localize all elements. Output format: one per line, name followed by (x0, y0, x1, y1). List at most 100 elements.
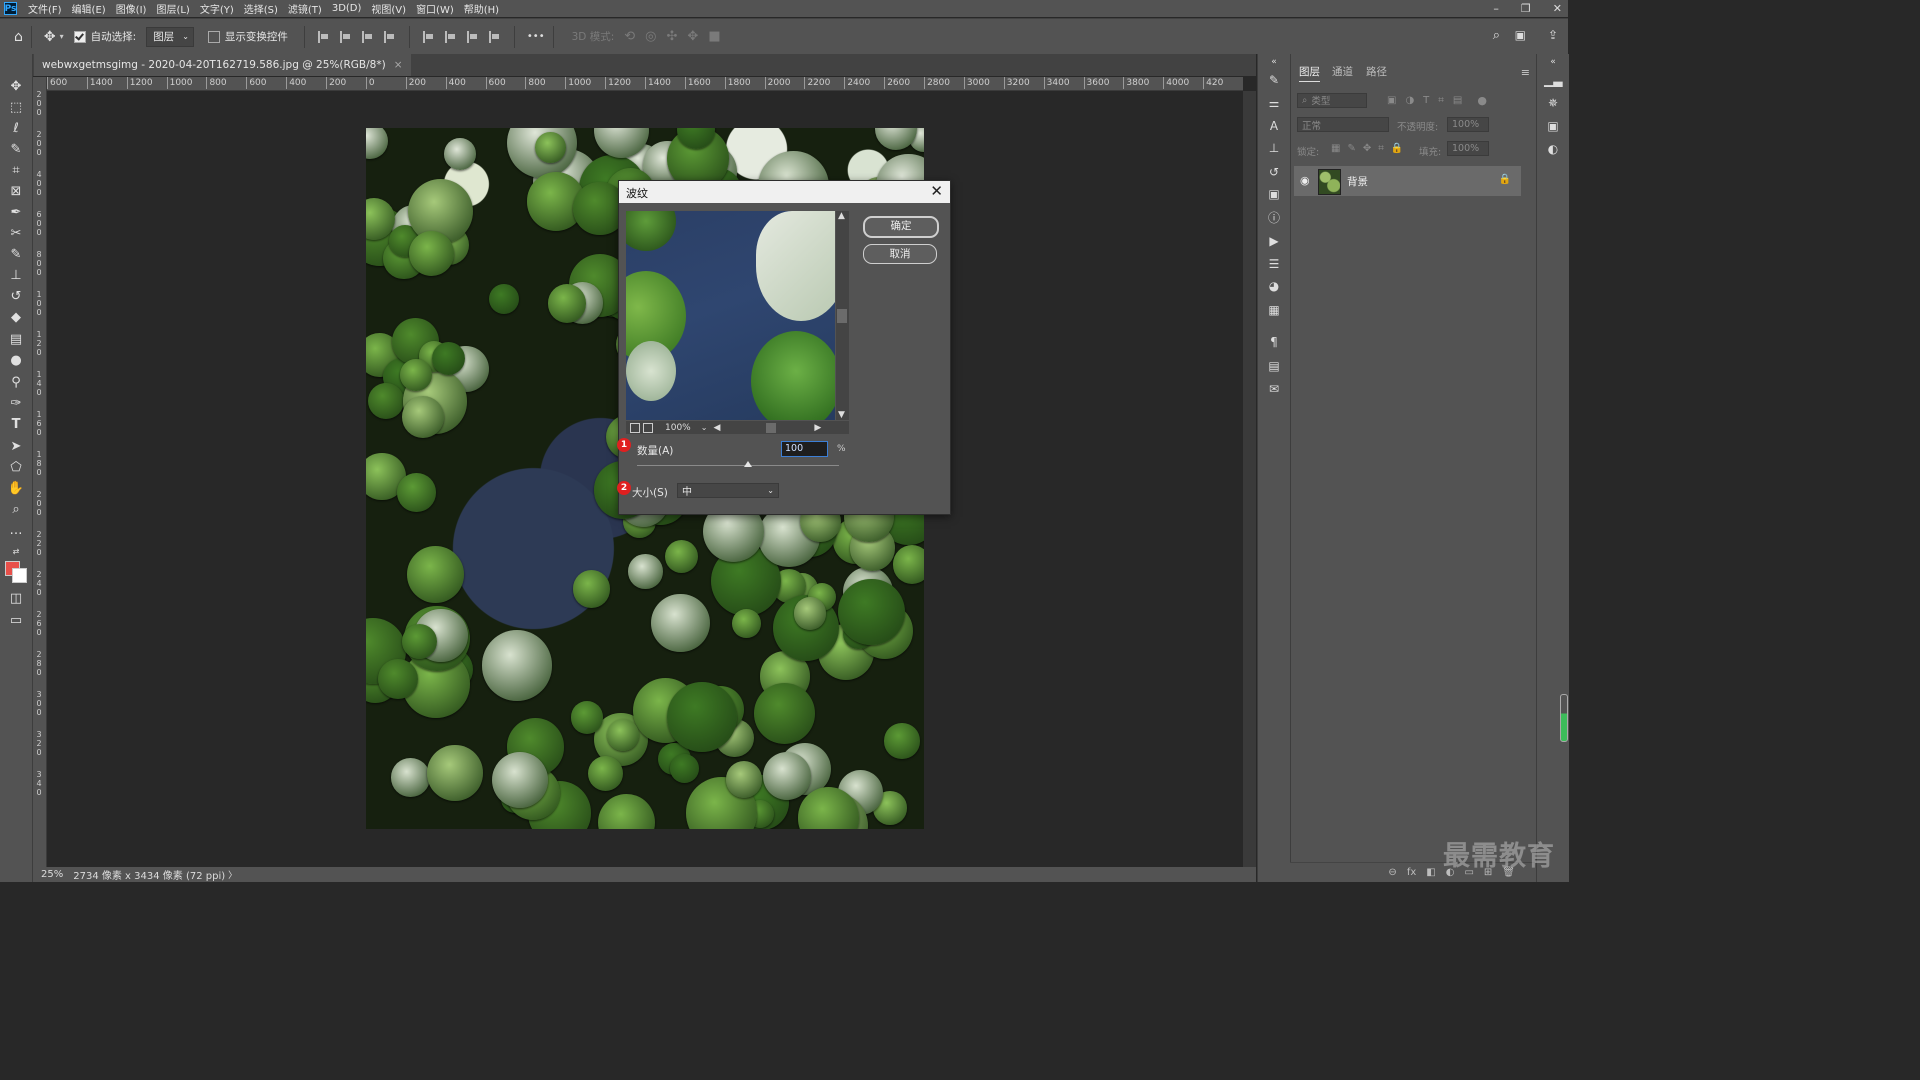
notes-icon[interactable]: ✉ (1265, 381, 1283, 397)
document-tab[interactable]: webwxgetmsgimg - 2020-04-20T162719.586.j… (34, 54, 411, 76)
size-dropdown[interactable]: 中 ⌄ (677, 483, 779, 498)
align-middle-icon[interactable] (444, 30, 457, 43)
pen-tool-icon[interactable]: ✑ (5, 395, 27, 413)
filter-kind-dropdown[interactable]: ⌕ 类型 (1297, 92, 1367, 108)
layer-comps-icon[interactable]: ▣ (1544, 118, 1562, 134)
menu-edit[interactable]: 编辑(E) (67, 1, 111, 16)
tab-channels[interactable]: 通道 (1332, 64, 1353, 79)
document-info[interactable]: 2734 像素 x 3434 像素 (72 ppi) (73, 867, 225, 882)
horizontal-ruler[interactable]: 600 1400 1200 1000 800 600 400 200 0 200 400 600 800… (47, 77, 1243, 91)
blend-mode-dropdown[interactable]: 正常 (1297, 117, 1389, 132)
swap-colors-icon[interactable]: ⇄ (5, 543, 27, 561)
move-tool-icon[interactable]: ✥ (44, 29, 56, 45)
auto-select-checkbox[interactable] (73, 30, 86, 43)
menu-view[interactable]: 视图(V) (366, 1, 411, 16)
more-options-button[interactable]: ••• (527, 31, 545, 42)
cancel-button[interactable]: 取消 (863, 244, 937, 264)
hand-tool-icon[interactable]: ✋ (5, 480, 27, 498)
collapse-icon[interactable]: « (1544, 54, 1562, 70)
menu-window[interactable]: 窗口(W) (411, 1, 459, 16)
navigator-icon[interactable]: ✵ (1544, 95, 1562, 111)
workspace-icon[interactable]: ▣ (1515, 28, 1526, 42)
screen-mode-icon[interactable]: ▭ (5, 612, 27, 630)
background-color-swatch[interactable] (12, 568, 27, 583)
chevron-right-icon[interactable]: 〉 (228, 868, 237, 881)
quick-select-tool-icon[interactable]: ✎ (5, 141, 27, 159)
search-icon[interactable]: ⌕ (1493, 28, 1500, 43)
scroll-thumb[interactable] (837, 309, 847, 323)
brush-settings-icon[interactable]: ✎ (1265, 72, 1283, 88)
color-icon[interactable]: ◐ (1544, 141, 1562, 157)
tab-layers[interactable]: 图层 (1299, 64, 1320, 82)
stamp-tool-icon[interactable]: ⊥ (5, 267, 27, 285)
crop-tool-icon[interactable]: ⌗ (5, 162, 27, 180)
scroll-down-icon[interactable]: ▼ (838, 410, 845, 420)
brush-tool-icon[interactable]: ✎ (5, 246, 27, 264)
close-icon[interactable]: ✕ (930, 182, 943, 200)
minimize-button[interactable]: – (1493, 2, 1499, 15)
info-icon[interactable]: ⓘ (1265, 210, 1283, 226)
menu-filter[interactable]: 滤镜(T) (283, 1, 327, 16)
lock-icons[interactable]: ▦✎✥⌗🔒 (1331, 143, 1410, 154)
menu-layer[interactable]: 图层(L) (151, 1, 194, 16)
history-icon[interactable]: ↺ (1265, 164, 1283, 180)
scroll-right-icon[interactable]: ▶ (814, 423, 821, 433)
dodge-tool-icon[interactable]: ⚲ (5, 374, 27, 392)
adjustments-icon[interactable]: ⚌ (1265, 95, 1283, 111)
show-transform-checkbox[interactable] (207, 30, 220, 43)
tab-paths[interactable]: 路径 (1366, 64, 1387, 79)
zoom-out-icon[interactable] (630, 422, 640, 433)
fx-icon[interactable]: fx (1407, 867, 1416, 878)
table-icon[interactable]: ▦ (1265, 302, 1283, 318)
blur-tool-icon[interactable]: ● (5, 352, 27, 370)
gradient-tool-icon[interactable]: ▤ (5, 331, 27, 349)
dialog-title-bar[interactable]: 波纹 ✕ (619, 181, 950, 203)
menu-help[interactable]: 帮助(H) (459, 1, 504, 16)
type-tool-icon[interactable]: T (5, 416, 27, 434)
healing-tool-icon[interactable]: ✂ (5, 225, 27, 243)
amount-slider[interactable] (637, 465, 839, 466)
home-icon[interactable]: ⌂ (14, 29, 23, 45)
menu-select[interactable]: 选择(S) (239, 1, 283, 16)
align-bottom-icon[interactable] (466, 30, 479, 43)
filter-preview[interactable] (626, 211, 835, 420)
history-brush-tool-icon[interactable]: ↺ (5, 288, 27, 306)
fill-field[interactable]: 100% (1447, 141, 1489, 156)
filter-icons[interactable]: ▣◑T⌗▤ (1387, 95, 1471, 106)
align-right-icon[interactable] (361, 30, 374, 43)
libraries-icon[interactable]: ☰ (1265, 256, 1283, 272)
chevron-down-icon[interactable]: ▾ (60, 32, 64, 41)
scroll-thumb[interactable] (766, 422, 777, 433)
glyphs-icon[interactable]: ▤ (1265, 358, 1283, 374)
scroll-left-icon[interactable]: ◀ (713, 423, 720, 433)
opacity-field[interactable]: 100% (1447, 117, 1489, 132)
zoom-in-icon[interactable] (643, 422, 653, 433)
lasso-tool-icon[interactable]: ℓ (5, 120, 27, 138)
vertical-ruler[interactable]: 2002004006008001001201401601802002202402… (33, 77, 47, 867)
collapse-icon[interactable]: « (1265, 54, 1283, 70)
align-top-icon[interactable] (422, 30, 435, 43)
auto-select-target-dropdown[interactable]: 图层 ⌄ (146, 26, 194, 47)
menu-image[interactable]: 图像(I) (111, 1, 152, 16)
align-left-icon[interactable] (317, 30, 330, 43)
amount-input[interactable]: 100 (781, 441, 828, 457)
quick-mask-icon[interactable]: ◫ (5, 590, 27, 608)
clone-source-icon[interactable]: ⊥ (1265, 140, 1283, 156)
close-window-button[interactable]: ✕ (1553, 2, 1562, 15)
share-icon[interactable]: ⇪ (1548, 28, 1558, 42)
swatches-icon[interactable]: ◕ (1265, 278, 1283, 294)
paragraph-icon[interactable]: ¶ (1265, 334, 1283, 350)
menu-file[interactable]: 文件(F) (23, 1, 67, 16)
ok-button[interactable]: 确定 (863, 216, 939, 238)
menu-3d[interactable]: 3D(D) (327, 3, 367, 14)
canvas-scrollbar[interactable] (1243, 91, 1256, 867)
histogram-icon[interactable]: ▁▃ (1544, 72, 1562, 88)
more-tools-icon[interactable]: … (5, 522, 27, 540)
mask-icon[interactable]: ◧ (1426, 867, 1435, 878)
distribute-icon[interactable] (383, 30, 396, 43)
eyedropper-tool-icon[interactable]: ✒ (5, 204, 27, 222)
actions-icon[interactable]: ▶ (1265, 233, 1283, 249)
path-select-tool-icon[interactable]: ➤ (5, 438, 27, 456)
distribute-vertical-icon[interactable] (488, 30, 501, 43)
move-tool-icon[interactable]: ✥ (5, 78, 27, 96)
